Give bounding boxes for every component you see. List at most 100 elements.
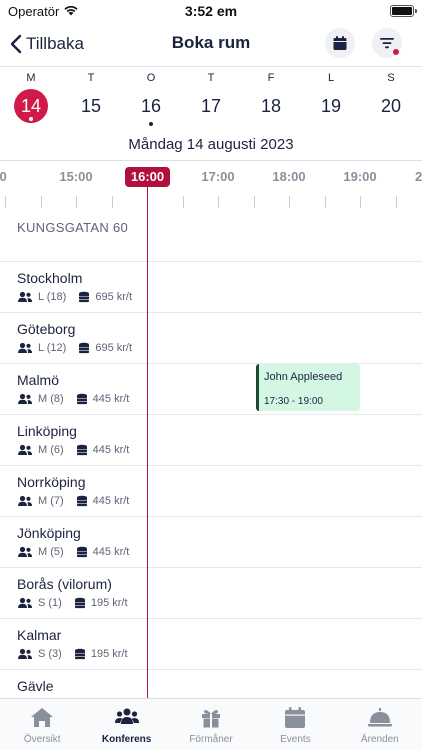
room-name: Norrköping [17, 474, 86, 490]
price-coins-icon [76, 444, 87, 456]
day-number: 17 [200, 96, 222, 116]
tab-förmåner[interactable]: Förmåner [169, 699, 253, 750]
day-letter: L [327, 72, 335, 84]
battery-icon [390, 5, 417, 17]
room-timeline[interactable]: :00 15:00 17:00 18:00 19:00 2 16:00 KUNGSGATA… [0, 160, 422, 698]
room-row[interactable]: Linköping M (6) 445 kr/t [0, 414, 422, 465]
booking-name: John Appleseed [264, 371, 343, 383]
room-name: Kalmar [17, 627, 62, 643]
hour-label: 17:00 [201, 169, 235, 184]
chevron-left-icon [10, 34, 22, 54]
room-meta: M (5) 445 kr/t [17, 545, 129, 559]
tab-översikt[interactable]: Översikt [0, 699, 84, 750]
capacity-icon [18, 648, 32, 659]
room-price: 445 kr/t [92, 444, 130, 456]
room-price: 195 kr/t [90, 597, 128, 609]
current-time-line [146, 186, 148, 698]
calendar-button[interactable] [325, 28, 355, 58]
room-capacity: S (3) [38, 648, 62, 660]
day-14[interactable]: M 14 [1, 72, 61, 123]
time-tick [360, 196, 361, 208]
room-row[interactable]: Kalmar S (3) 195 kr/t [0, 618, 422, 669]
tab-bar: Översikt Konferens Förmåner Events Ärenden [0, 698, 422, 750]
time-tick [218, 196, 219, 208]
capacity-icon [18, 597, 32, 608]
hour-label: 19:00 [343, 169, 377, 184]
room-meta: M (7) 445 kr/t [17, 494, 129, 508]
status-time: 3:52 em [184, 3, 238, 19]
gift-icon [202, 710, 221, 728]
day-letter: T [207, 72, 215, 84]
room-capacity: L (12) [38, 342, 67, 354]
day-19[interactable]: L 19 [301, 72, 361, 123]
room-meta: S (3) 195 kr/t [17, 647, 128, 661]
filter-button[interactable] [372, 28, 402, 58]
tab-label: Konferens [101, 734, 152, 745]
room-name: Malmö [17, 372, 60, 388]
room-name: Linköping [17, 423, 77, 439]
room-name: Jönköping [17, 525, 81, 541]
room-price: 695 kr/t [95, 291, 133, 303]
room-price: 445 kr/t [92, 495, 130, 507]
event-dot-icon [29, 117, 33, 121]
room-price: 695 kr/t [95, 342, 133, 354]
room-row[interactable]: Stockholm L (18) 695 kr/t [0, 261, 422, 312]
room-price: 445 kr/t [92, 546, 130, 558]
event-dot-icon [149, 122, 153, 126]
day-20[interactable]: S 20 [361, 72, 421, 123]
back-button[interactable]: Tillbaka [10, 30, 84, 58]
time-tick [289, 196, 290, 208]
day-number: 18 [260, 96, 282, 116]
day-18[interactable]: F 18 [241, 72, 301, 123]
day-letter: O [146, 72, 156, 84]
capacity-icon [18, 291, 32, 302]
status-bar: Operatör 3:52 em [0, 0, 422, 24]
price-coins-icon [76, 495, 87, 507]
home-icon [31, 708, 54, 727]
time-tick [325, 196, 326, 208]
tab-events[interactable]: Events [253, 699, 337, 750]
timeline-divider [0, 160, 422, 161]
day-number: 15 [80, 96, 102, 116]
room-name: Göteborg [17, 321, 76, 337]
service-bell-icon [367, 708, 392, 727]
calendar-icon [285, 707, 306, 728]
time-tick [41, 196, 42, 208]
room-price: 445 kr/t [92, 393, 130, 405]
day-letter: M [26, 72, 36, 84]
day-16[interactable]: O 16 [121, 72, 181, 126]
day-letter: S [387, 72, 395, 84]
booking-block[interactable]: John Appleseed 17:30 - 19:00 [256, 364, 360, 411]
hour-label: 15:00 [59, 169, 93, 184]
capacity-icon [18, 342, 32, 353]
room-capacity: M (8) [38, 393, 64, 405]
time-tick [396, 196, 397, 208]
price-coins-icon [74, 648, 85, 660]
room-name: Stockholm [17, 270, 83, 286]
day-number: 19 [320, 96, 342, 116]
day-17[interactable]: T 17 [181, 72, 241, 123]
time-tick [183, 196, 184, 208]
room-row[interactable]: Jönköping M (5) 445 kr/t [0, 516, 422, 567]
time-tick [5, 196, 6, 208]
hour-label: 2 [415, 169, 422, 184]
back-label: Tillbaka [26, 34, 84, 53]
room-meta: M (8) 445 kr/t [17, 392, 129, 406]
hour-label: 18:00 [272, 169, 306, 184]
room-capacity: S (1) [38, 597, 62, 609]
location-header: KUNGSGATAN 60 [17, 220, 129, 235]
time-tick [76, 196, 77, 208]
room-row[interactable]: Göteborg L (12) 695 kr/t [0, 312, 422, 363]
day-15[interactable]: T 15 [61, 72, 121, 123]
room-row[interactable]: Norrköping M (7) 445 kr/t [0, 465, 422, 516]
navigation-bar: Tillbaka Boka rum [0, 24, 422, 64]
price-coins-icon [76, 393, 87, 405]
tab-ärenden[interactable]: Ärenden [338, 699, 422, 750]
tab-label: Översikt [23, 734, 61, 745]
day-letter: T [87, 72, 95, 84]
tab-konferens[interactable]: Konferens [84, 699, 168, 750]
people-icon [114, 708, 139, 724]
room-name: Gävle [17, 678, 54, 694]
room-row[interactable]: Gävle [0, 669, 422, 698]
room-row[interactable]: Borås (vilorum) S (1) 195 kr/t [0, 567, 422, 618]
